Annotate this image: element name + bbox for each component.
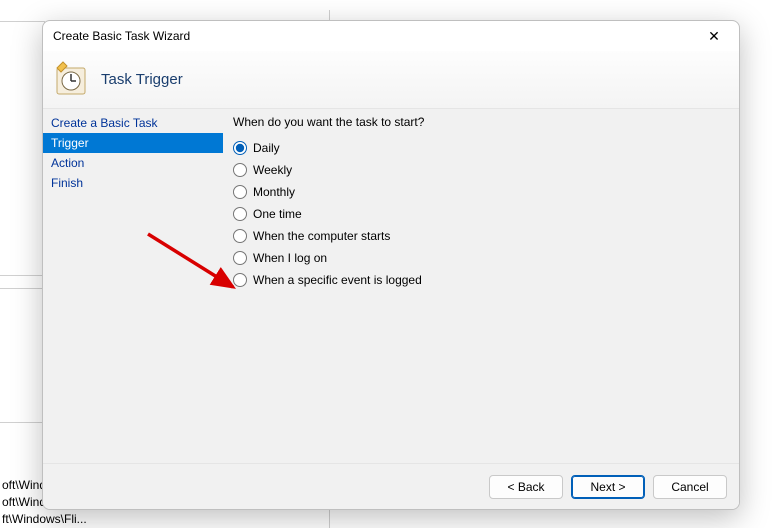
nav-item-action[interactable]: Action — [43, 153, 223, 173]
nav-item-create-basic-task[interactable]: Create a Basic Task — [43, 113, 223, 133]
radio-computer-starts[interactable] — [233, 229, 247, 243]
wizard-content: When do you want the task to start? Dail… — [223, 109, 739, 463]
option-one-time[interactable]: One time — [233, 207, 729, 221]
option-label: When I log on — [253, 251, 327, 265]
radio-log-on[interactable] — [233, 251, 247, 265]
radio-monthly[interactable] — [233, 185, 247, 199]
close-icon: ✕ — [708, 28, 720, 45]
background-panel — [0, 288, 45, 423]
trigger-options: Daily Weekly Monthly One time When the c… — [233, 141, 729, 287]
option-label: One time — [253, 207, 302, 221]
nav-item-trigger[interactable]: Trigger — [43, 133, 223, 153]
close-button[interactable]: ✕ — [699, 21, 729, 51]
option-monthly[interactable]: Monthly — [233, 185, 729, 199]
option-label: Daily — [253, 141, 280, 155]
next-button[interactable]: Next > — [571, 475, 645, 499]
question-label: When do you want the task to start? — [233, 115, 729, 129]
wizard-header: Task Trigger — [43, 51, 739, 109]
back-button[interactable]: < Back — [489, 475, 563, 499]
radio-weekly[interactable] — [233, 163, 247, 177]
wizard-step-title: Task Trigger — [101, 71, 183, 88]
radio-specific-event[interactable] — [233, 273, 247, 287]
titlebar: Create Basic Task Wizard ✕ — [43, 21, 739, 51]
radio-one-time[interactable] — [233, 207, 247, 221]
option-label: Monthly — [253, 185, 295, 199]
option-label: When the computer starts — [253, 229, 390, 243]
wizard-nav: Create a Basic Task Trigger Action Finis… — [43, 109, 223, 463]
option-weekly[interactable]: Weekly — [233, 163, 729, 177]
background-panel — [0, 21, 45, 276]
option-log-on[interactable]: When I log on — [233, 251, 729, 265]
option-daily[interactable]: Daily — [233, 141, 729, 155]
option-specific-event[interactable]: When a specific event is logged — [233, 273, 729, 287]
clock-icon — [51, 60, 91, 100]
option-label: Weekly — [253, 163, 292, 177]
nav-item-finish[interactable]: Finish — [43, 173, 223, 193]
radio-daily[interactable] — [233, 141, 247, 155]
list-item: ft\Windows\Fli... — [2, 511, 100, 528]
option-label: When a specific event is logged — [253, 273, 422, 287]
wizard-footer: < Back Next > Cancel — [43, 463, 739, 509]
dialog-title: Create Basic Task Wizard — [53, 29, 190, 43]
cancel-button[interactable]: Cancel — [653, 475, 727, 499]
option-computer-starts[interactable]: When the computer starts — [233, 229, 729, 243]
wizard-dialog: Create Basic Task Wizard ✕ Task Trigger … — [42, 20, 740, 510]
